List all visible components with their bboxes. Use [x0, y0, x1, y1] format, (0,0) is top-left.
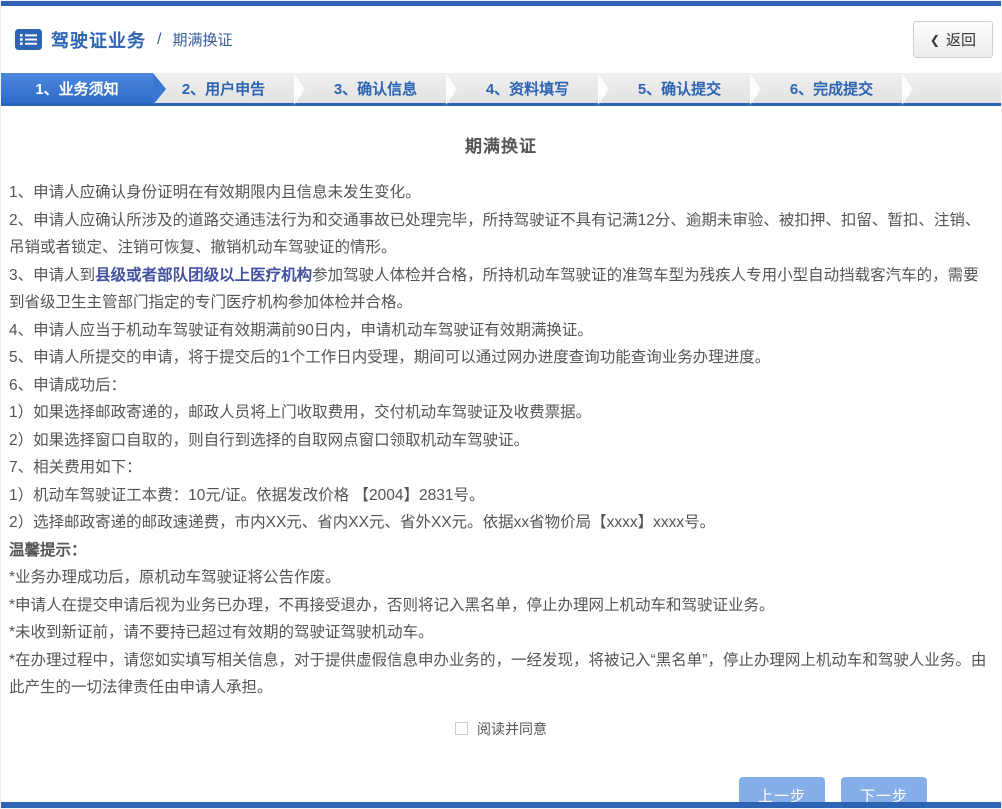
notice-line: 2、申请人应确认所涉及的道路交通违法行为和交通事故已处理完毕，所持驾驶证不具有记…: [9, 211, 981, 257]
notice-line3-bold-medical: 县级或者部队团级以上医疗机构: [95, 266, 313, 284]
notice-line: 1）机动车驾驶证工本费：10元/证。依据发改价格 【2004】2831号。: [9, 486, 485, 504]
tip-line: *未收到新证前，请不要持已超过有效期的驾驶证驾驶机动车。: [9, 624, 434, 641]
tip-line: *在办理过程中，请您如实填写相关信息，对于提供虚假信息申办业务的，一经发现，将被…: [9, 651, 987, 697]
notice-line: 7、相关费用如下：: [9, 459, 142, 476]
header: 驾驶证业务 / 期满换证 ❮ 返回: [1, 6, 1001, 73]
breadcrumb-current: 期满换证: [172, 32, 233, 49]
page: 驾驶证业务 / 期满换证 ❮ 返回 1、业务须知 2、用户申告 3、确认信息 4…: [0, 0, 1002, 809]
step-1-business-notice[interactable]: 1、业务须知: [1, 73, 166, 105]
step-label: 3、确认信息: [333, 80, 418, 98]
step-label: 4、资料填写: [485, 80, 570, 98]
step-separator-icon: [294, 73, 305, 105]
notice-line: 4、申请人应当于机动车驾驶证有效期满前90日内，申请机动车驾驶证有效期满换证。: [9, 321, 593, 339]
step-3-confirm-info[interactable]: 3、确认信息: [305, 73, 446, 103]
notice-content: 期满换证 1、申请人应确认身份证明在有效期限内且信息未发生变化。 2、申请人应确…: [1, 132, 1001, 702]
step-5-confirm-submit[interactable]: 5、确认提交: [609, 73, 750, 103]
step-label: 2、用户申告: [181, 80, 266, 98]
step-separator-icon: [446, 73, 457, 105]
bottom-accent-bar: [1, 802, 1001, 808]
notice-line: 3、申请人到县级或者部队团级以上医疗机构参加驾驶人体检并合格，所持机动车驾驶证的…: [9, 262, 993, 317]
notice-line: 1、申请人应确认身份证明在有效期限内且信息未发生变化。: [9, 184, 421, 201]
agree-label[interactable]: 阅读并同意: [477, 719, 547, 739]
step-separator-icon: [750, 73, 761, 105]
notice-line3-prefix: 3、申请人到: [9, 266, 96, 284]
notice-line: 6、申请成功后：: [9, 376, 127, 394]
notice-line: 2）如果选择窗口自取的，则自行到选择的自取网点窗口领取机动车驾驶证。: [9, 431, 530, 449]
step-label: 1、业务须知: [35, 80, 119, 98]
chevron-left-icon: ❮: [929, 32, 940, 47]
step-label: 6、完成提交: [789, 80, 874, 98]
breadcrumb-separator: /: [157, 30, 162, 48]
notice-title: 期满换证: [465, 137, 537, 156]
step-6-complete-submit[interactable]: 6、完成提交: [761, 73, 902, 103]
agree-checkbox[interactable]: [455, 722, 468, 735]
tip-line: *业务办理成功后，原机动车驾驶证将公告作废。: [9, 569, 341, 586]
agreement-row: 阅读并同意: [1, 719, 1001, 739]
step-4-fill-materials[interactable]: 4、资料填写: [457, 73, 598, 103]
step-separator-icon: [902, 73, 913, 105]
notice-line: 5、申请人所提交的申请，将于提交后的1个工作日内受理，期间可以通过网办进度查询功…: [9, 349, 771, 366]
breadcrumb: 驾驶证业务 / 期满换证: [15, 27, 232, 53]
step-bar: 1、业务须知 2、用户申告 3、确认信息 4、资料填写 5、确认提交 6、完成提…: [1, 73, 1001, 106]
step-2-user-declaration[interactable]: 2、用户申告: [153, 73, 294, 103]
back-button-label: 返回: [945, 32, 976, 49]
notice-line: 1）如果选择邮政寄递的，邮政人员将上门收取费用，交付机动车驾驶证及收费票据。: [9, 404, 592, 421]
list-icon: [15, 29, 42, 50]
step-separator-icon: [598, 73, 609, 105]
step-bar-filler: [913, 73, 1001, 103]
step-label: 5、确认提交: [637, 80, 722, 98]
notice-line: 2）选择邮政寄递的邮政速递费，市内XX元、省内XX元、省外XX元。依据xx省物价…: [9, 514, 716, 531]
tip-line: *申请人在提交申请后视为业务已办理，不再接受退办，否则将记入黑名单，停止办理网上…: [9, 596, 775, 614]
tips-title: 温馨提示：: [9, 541, 87, 559]
back-button[interactable]: ❮ 返回: [912, 21, 993, 58]
page-title: 驾驶证业务: [51, 30, 146, 51]
